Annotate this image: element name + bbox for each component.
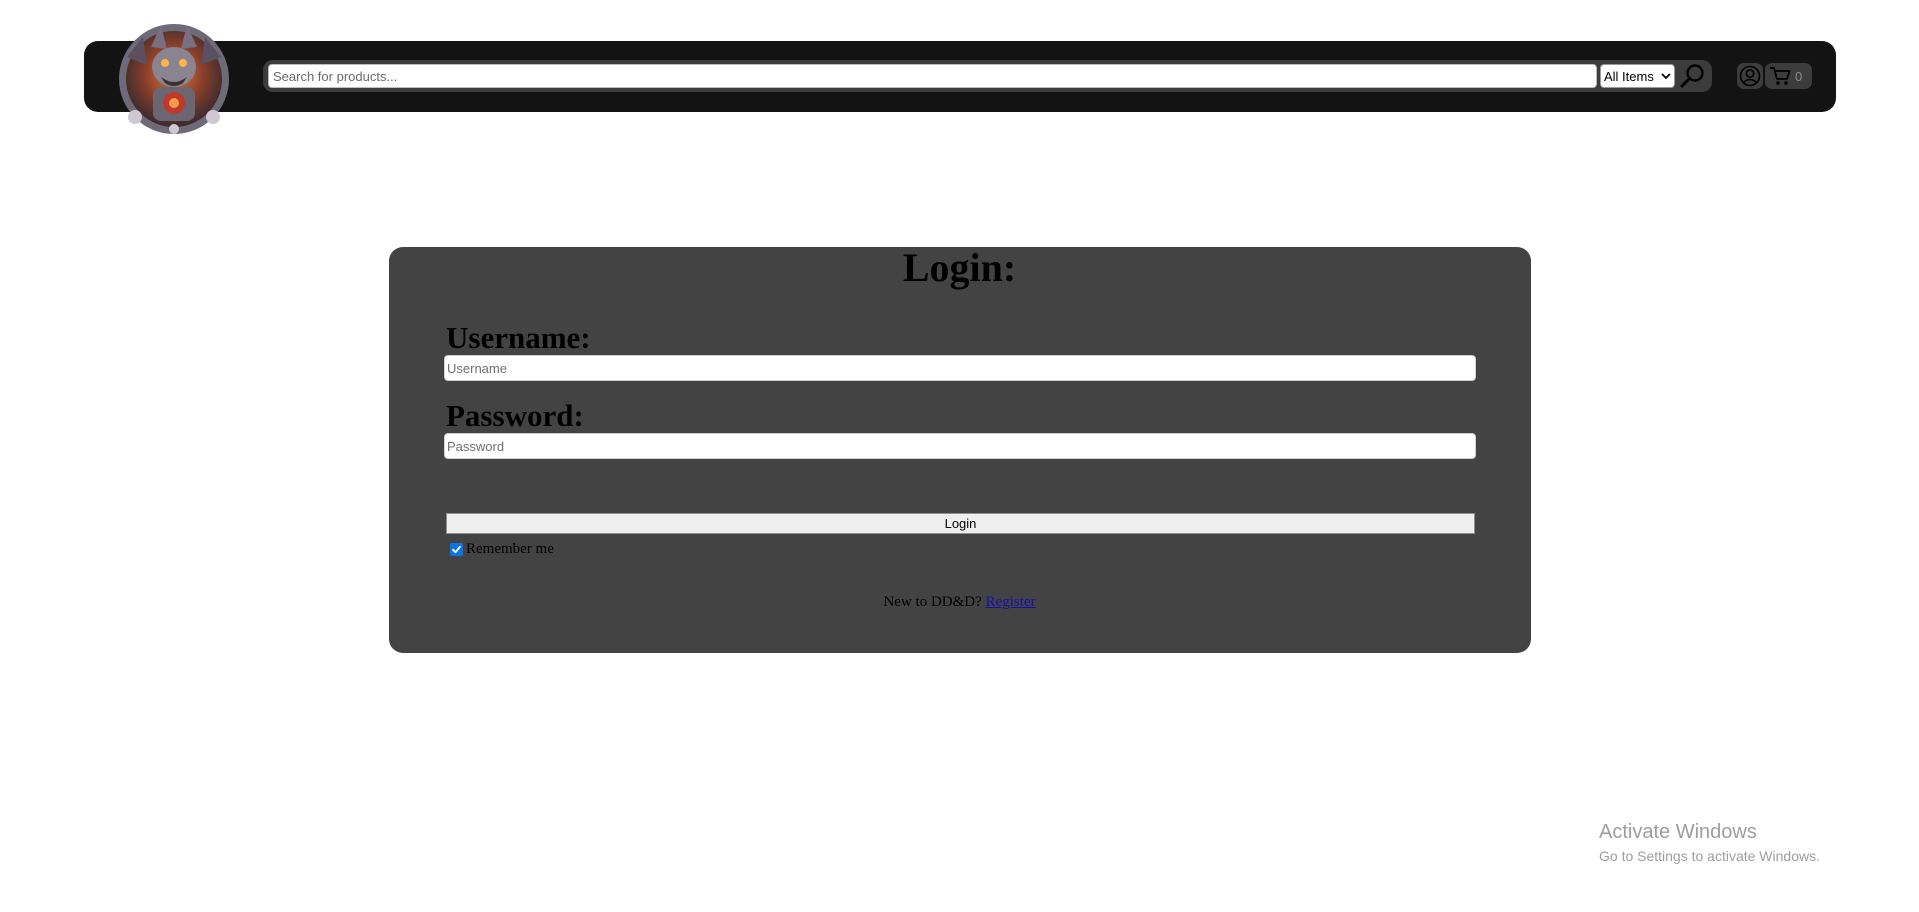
- category-select-value: All Items: [1604, 68, 1654, 84]
- site-logo[interactable]: [113, 17, 235, 137]
- user-circle-icon: [1739, 65, 1761, 87]
- category-select[interactable]: All Items: [1600, 64, 1675, 88]
- register-prompt: New to DD&D? Register: [0, 594, 1919, 611]
- account-button[interactable]: [1737, 63, 1763, 89]
- username-input[interactable]: [444, 355, 1476, 381]
- activation-watermark-subtitle: Go to Settings to activate Windows.: [1599, 848, 1820, 864]
- page-title: Login:: [902, 245, 1017, 290]
- remember-me-row: Remember me: [450, 541, 554, 558]
- remember-me-label: Remember me: [466, 541, 554, 557]
- cart-button[interactable]: 0: [1765, 63, 1812, 89]
- remember-me-checkbox[interactable]: [450, 543, 463, 556]
- checkmark-icon: [452, 545, 461, 554]
- register-link[interactable]: Register: [986, 594, 1036, 610]
- password-input[interactable]: [444, 433, 1476, 459]
- chevron-down-icon: [1661, 73, 1671, 80]
- magnifier-icon: [1680, 64, 1704, 88]
- username-label: Username:: [446, 320, 591, 355]
- search-input[interactable]: [268, 64, 1597, 88]
- cart-icon: [1770, 67, 1791, 85]
- search-button[interactable]: [1679, 62, 1707, 90]
- activation-watermark-title: Activate Windows: [1599, 821, 1757, 843]
- register-prompt-text: New to DD&D?: [883, 594, 982, 610]
- cart-count-badge: 0: [1795, 68, 1803, 84]
- login-button[interactable]: Login: [446, 513, 1475, 534]
- password-label: Password:: [446, 398, 584, 433]
